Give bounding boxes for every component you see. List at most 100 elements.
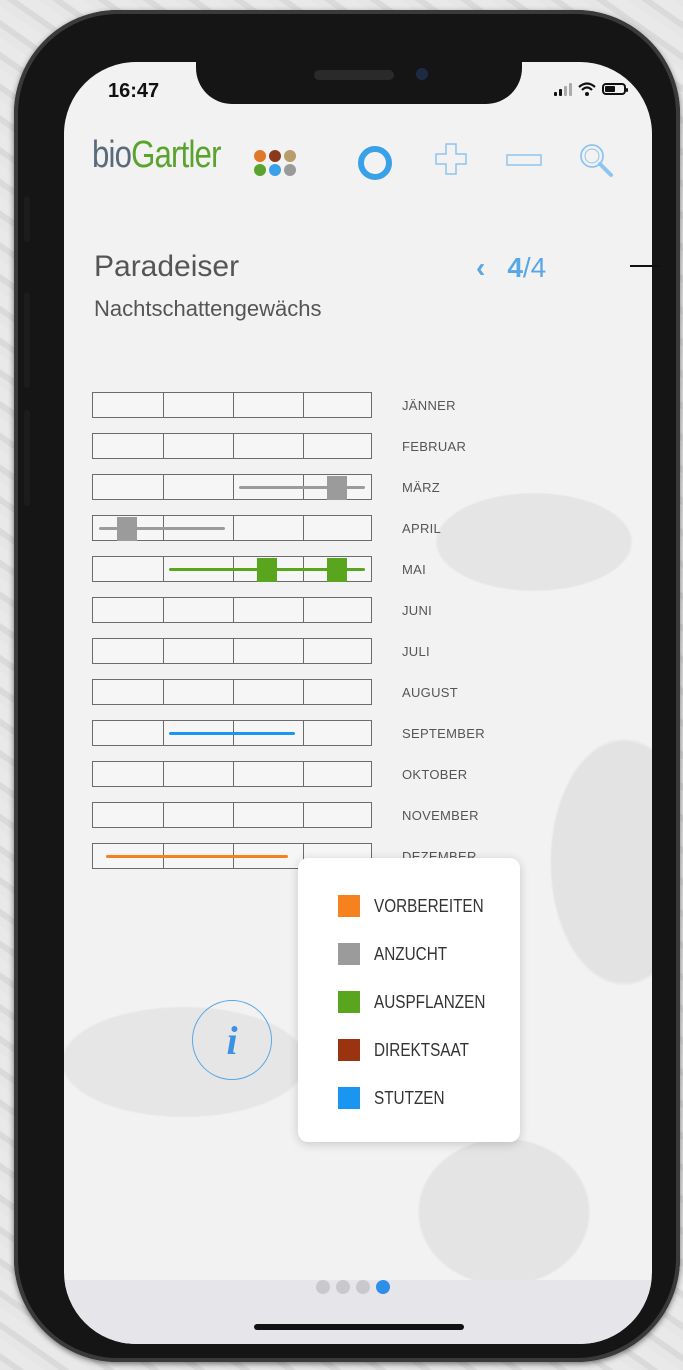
week-divider — [163, 721, 164, 745]
plant-family: Nachtschattengewächs — [94, 296, 322, 321]
volume-up-button — [24, 292, 30, 388]
week-divider — [233, 680, 234, 704]
week-divider — [303, 434, 304, 458]
legend-swatch — [338, 1039, 360, 1061]
logo-text-gartler: Gartler — [131, 134, 221, 176]
calendar-week-cells — [92, 597, 372, 623]
activity-marker — [117, 517, 137, 541]
month-label: JÄNNER — [402, 398, 456, 413]
week-divider — [163, 762, 164, 786]
plus-icon[interactable] — [434, 142, 468, 176]
week-divider — [163, 803, 164, 827]
legend-label: DIREKTSAAT — [374, 1039, 469, 1060]
search-icon[interactable] — [578, 142, 614, 178]
calendar-week-cells — [92, 802, 372, 828]
week-divider — [233, 393, 234, 417]
activity-marker — [327, 558, 347, 582]
week-divider — [163, 393, 164, 417]
week-divider — [233, 475, 234, 499]
calendar-week-cells — [92, 761, 372, 787]
calendar-row: SEPTEMBER — [92, 720, 485, 748]
app-logo: bioGartler — [92, 134, 221, 177]
calendar-row: OKTOBER — [92, 761, 467, 789]
logo-text-bio: bio — [92, 134, 132, 176]
menu-dot — [254, 164, 266, 176]
week-divider — [233, 639, 234, 663]
calendar-row: JUNI — [92, 597, 432, 625]
signal-icon — [554, 82, 572, 96]
calendar-row: AUGUST — [92, 679, 458, 707]
calendar-row: MAI — [92, 556, 426, 584]
status-icons — [554, 82, 628, 96]
week-divider — [233, 434, 234, 458]
legend-label: STUTZEN — [374, 1087, 445, 1108]
info-button[interactable]: i — [192, 1000, 272, 1080]
week-divider — [303, 721, 304, 745]
month-label: MÄRZ — [402, 480, 441, 495]
month-label: AUGUST — [402, 685, 458, 700]
week-divider — [303, 639, 304, 663]
home-indicator[interactable] — [254, 1324, 464, 1330]
ring-icon[interactable] — [358, 146, 392, 180]
month-label: APRIL — [402, 521, 442, 536]
legend-swatch — [338, 943, 360, 965]
month-label: NOVEMBER — [402, 808, 479, 823]
week-divider — [303, 680, 304, 704]
page-dot[interactable] — [356, 1280, 370, 1294]
week-divider — [163, 434, 164, 458]
calendar-row: APRIL — [92, 515, 441, 543]
week-divider — [163, 598, 164, 622]
menu-dot — [284, 150, 296, 162]
menu-dots-icon[interactable] — [254, 150, 297, 176]
menu-dot — [284, 164, 296, 176]
mute-switch — [24, 196, 30, 242]
activity-line — [169, 732, 295, 735]
month-label: MAI — [402, 562, 427, 577]
page-dot[interactable] — [376, 1280, 390, 1294]
week-divider — [303, 762, 304, 786]
legend-label: ANZUCHT — [374, 943, 448, 964]
legend-item: VORBEREITEN — [338, 894, 503, 918]
week-divider — [233, 803, 234, 827]
calendar-week-cells — [92, 433, 372, 459]
week-divider — [163, 475, 164, 499]
calendar-week-cells — [92, 679, 372, 705]
week-divider — [303, 516, 304, 540]
battery-icon — [602, 83, 628, 95]
menu-dot — [269, 150, 281, 162]
calendar-row: JULI — [92, 638, 430, 666]
notch — [196, 62, 522, 104]
speaker — [314, 70, 394, 80]
annotation-line — [630, 265, 660, 267]
legend-item: AUSPFLANZEN — [338, 990, 505, 1014]
camera — [416, 68, 428, 80]
pager-total: /4 — [522, 252, 547, 283]
menu-dot — [254, 150, 266, 162]
week-divider — [163, 639, 164, 663]
legend-item: DIREKTSAAT — [338, 1038, 486, 1062]
chevron-left-icon[interactable]: ‹ — [476, 252, 485, 283]
volume-down-button — [24, 410, 30, 506]
calendar-row: FEBRUAR — [92, 433, 466, 461]
app-screen: 16:47 bioGartler Paradeiser Nachtschatte… — [64, 62, 652, 1344]
calendar-row: NOVEMBER — [92, 802, 479, 830]
month-label: JULI — [402, 644, 430, 659]
week-divider — [303, 393, 304, 417]
page-dot[interactable] — [316, 1280, 330, 1294]
legend-popup: VORBEREITEN ANZUCHT AUSPFLANZEN DIREKTSAAT S… — [298, 858, 520, 1142]
month-label: JUNI — [402, 603, 433, 618]
month-label: SEPTEMBER — [402, 726, 485, 741]
minus-icon[interactable] — [506, 154, 542, 166]
week-divider — [233, 762, 234, 786]
month-label: FEBRUAR — [402, 439, 467, 454]
week-divider — [233, 516, 234, 540]
status-time: 16:47 — [108, 80, 160, 102]
month-label: OKTOBER — [402, 767, 468, 782]
wifi-icon — [578, 82, 596, 96]
week-divider — [163, 680, 164, 704]
activity-marker — [327, 476, 347, 500]
legend-swatch — [338, 895, 360, 917]
legend-swatch — [338, 991, 360, 1013]
legend-item: ANZUCHT — [338, 942, 460, 966]
page-dot[interactable] — [336, 1280, 350, 1294]
